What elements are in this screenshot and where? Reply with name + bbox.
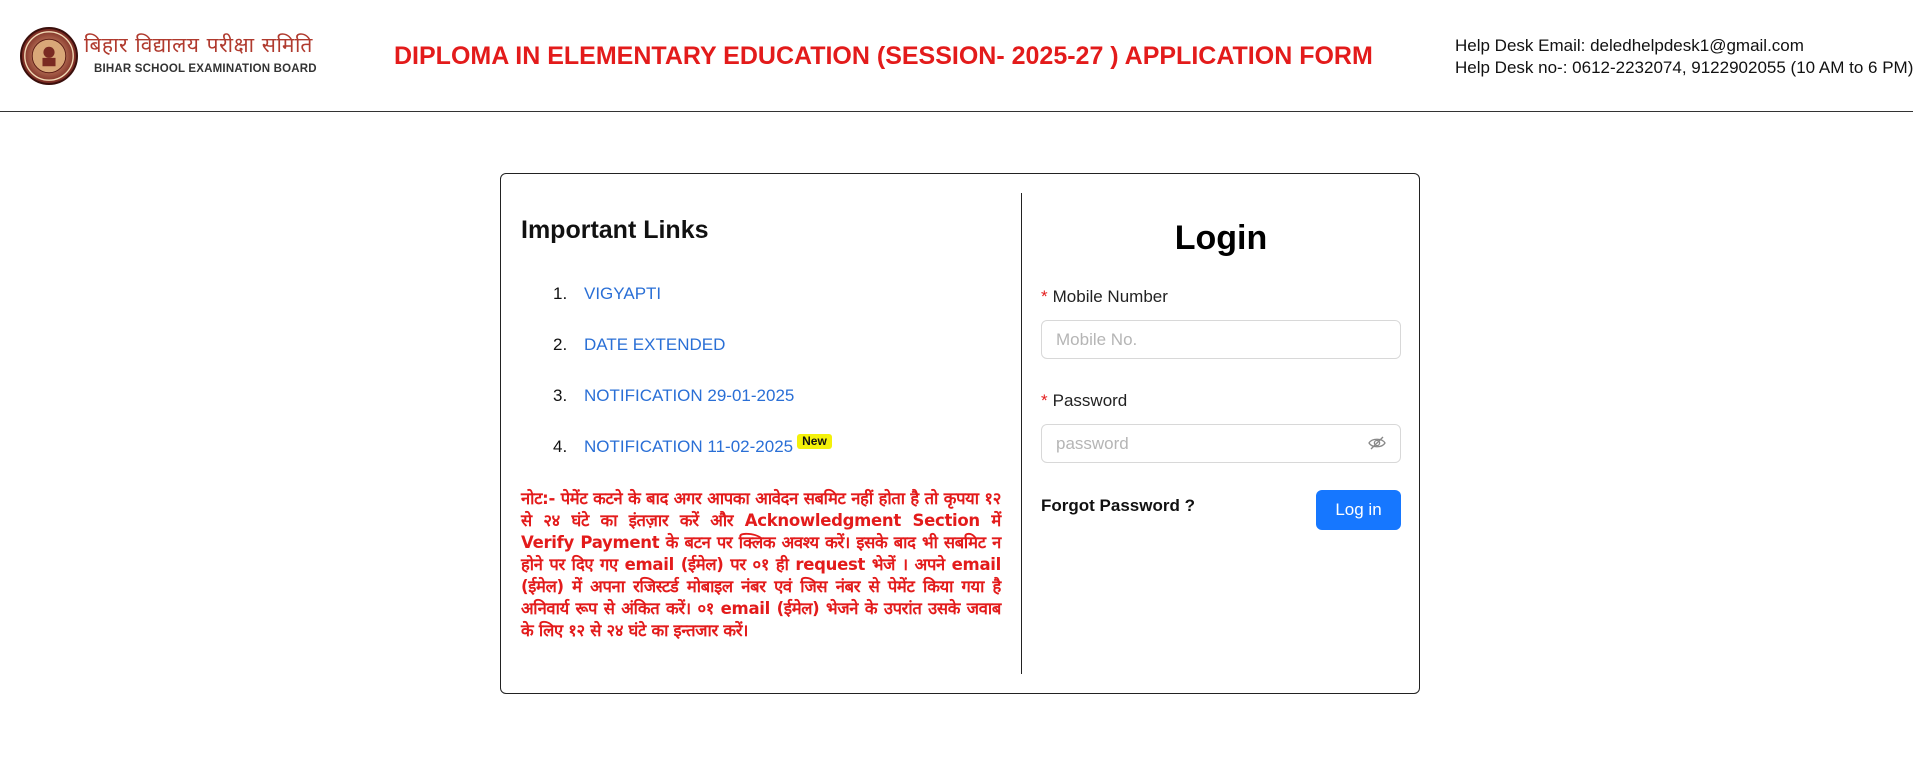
list-item-number: 2. — [553, 335, 568, 354]
form-title: DIPLOMA IN ELEMENTARY EDUCATION (SESSION… — [394, 42, 1373, 70]
link-vigyapti[interactable]: VIGYAPTI — [584, 284, 661, 304]
link-date-extended[interactable]: DATE EXTENDED — [584, 335, 725, 355]
page-header: बिहार विद्यालय परीक्षा समिति BIHAR SCHOO… — [0, 0, 1913, 112]
mobile-number-label: * Mobile Number — [1041, 287, 1168, 307]
forgot-password-link[interactable]: Forgot Password ? — [1041, 496, 1195, 516]
eye-off-icon[interactable] — [1367, 433, 1387, 453]
required-mark: * — [1041, 391, 1048, 410]
list-item-number: 3. — [553, 386, 568, 405]
important-links-list: 1. VIGYAPTI 2. DATE EXTENDED 3. NOTIFICA… — [553, 284, 832, 488]
mobile-number-input[interactable] — [1041, 320, 1401, 359]
payment-note: नोट:- पेमेंट कटने के बाद अगर आपका आवेदन … — [521, 489, 1001, 640]
list-item-number: 4. — [553, 437, 568, 456]
important-links-title: Important Links — [521, 216, 709, 244]
password-label-text: Password — [1052, 391, 1128, 410]
org-name-english: BIHAR SCHOOL EXAMINATION BOARD — [94, 63, 317, 75]
helpdesk-info: Help Desk Email: deledhelpdesk1@gmail.co… — [1455, 35, 1913, 79]
password-label: * Password — [1041, 391, 1127, 411]
password-input[interactable] — [1041, 424, 1401, 463]
list-item: 2. DATE EXTENDED — [553, 335, 832, 386]
helpdesk-email: Help Desk Email: deledhelpdesk1@gmail.co… — [1455, 36, 1804, 55]
list-item: 3. NOTIFICATION 29-01-2025 — [553, 386, 832, 437]
org-name-hindi: बिहार विद्यालय परीक्षा समिति — [84, 33, 313, 57]
list-item-number: 1. — [553, 284, 568, 303]
login-button[interactable]: Log in — [1316, 490, 1401, 530]
mobile-number-label-text: Mobile Number — [1052, 287, 1168, 306]
login-title: Login — [1174, 219, 1268, 257]
required-mark: * — [1041, 287, 1048, 306]
helpdesk-phone: Help Desk no-: 0612-2232074, 9122902055 … — [1455, 58, 1913, 77]
bseb-emblem-icon — [20, 27, 78, 85]
list-item: 1. VIGYAPTI — [553, 284, 832, 335]
column-divider — [1021, 193, 1022, 674]
list-item: 4. NOTIFICATION 11-02-2025 New — [553, 434, 832, 488]
link-notification-29-01-2025[interactable]: NOTIFICATION 29-01-2025 — [584, 386, 794, 406]
link-notification-11-02-2025[interactable]: NOTIFICATION 11-02-2025 — [584, 437, 793, 457]
main-card: Important Links 1. VIGYAPTI 2. DATE EXTE… — [500, 173, 1420, 694]
new-badge: New — [797, 434, 832, 449]
